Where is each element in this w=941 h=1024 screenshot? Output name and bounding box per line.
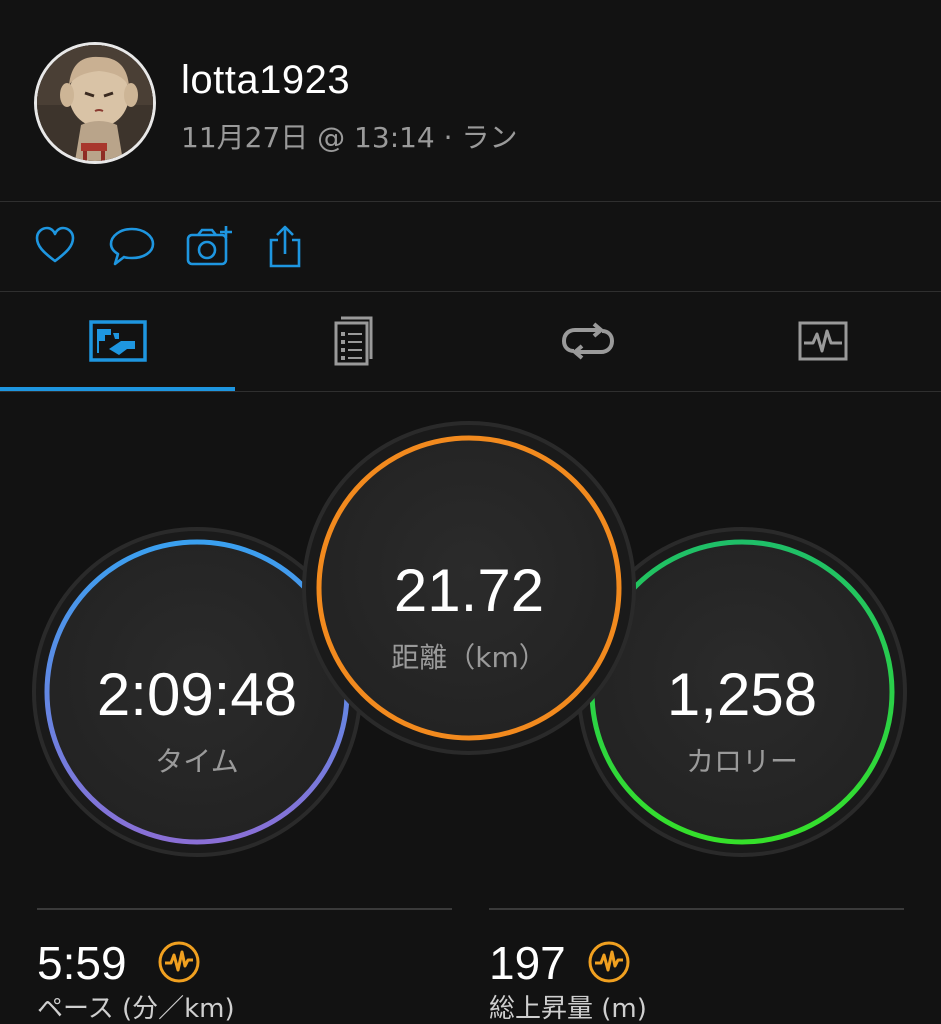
calories-value: 1,258 (666, 661, 818, 728)
activity-pulse-icon[interactable] (157, 940, 201, 984)
divider (37, 908, 452, 910)
tab-bar (0, 292, 941, 392)
metrics-rings: 2:09:48 タイム 1,258 カロリー 21.72 距離（km） (0, 400, 941, 880)
divider (489, 908, 904, 910)
distance-metric[interactable]: 21.72 距離（km） (319, 438, 619, 738)
time-value: 2:09:48 (96, 661, 298, 728)
comment-icon[interactable] (108, 224, 155, 268)
chart-icon (798, 321, 847, 361)
add-photo-icon[interactable] (185, 224, 235, 268)
calories-label: カロリー (685, 745, 798, 778)
details-list-icon (334, 316, 372, 366)
elevation-gain-label: 総上昇量 (m) (489, 994, 647, 1024)
tab-charts[interactable] (705, 292, 940, 390)
divider (0, 391, 941, 392)
avatar-image (37, 45, 153, 161)
username[interactable]: lotta1923 (181, 58, 350, 103)
activity-meta: 11月27日 @ 13:14 · ラン (181, 121, 518, 154)
activity-detail-screen: lotta1923 11月27日 @ 13:14 · ラン 2:09:48 タイ… (0, 0, 941, 1024)
calories-metric[interactable]: 1,258 カロリー (592, 542, 892, 842)
time-metric[interactable]: 2:09:48 タイム (47, 542, 347, 842)
stats-map-icon (88, 320, 147, 362)
elevation-gain-value: 197 (489, 937, 566, 989)
tab-stats[interactable] (0, 292, 235, 390)
laps-loop-icon (561, 322, 614, 360)
activity-header: lotta1923 11月27日 @ 13:14 · ラン (0, 0, 941, 200)
tab-laps[interactable] (470, 292, 705, 390)
tab-details[interactable] (235, 292, 470, 390)
avatar[interactable] (34, 42, 156, 164)
distance-value: 21.72 (393, 557, 545, 624)
distance-label: 距離（km） (391, 641, 547, 674)
share-icon[interactable] (266, 224, 306, 268)
action-bar (0, 202, 941, 290)
pace-label: ペース (分／km) (37, 994, 235, 1024)
pace-value: 5:59 (37, 937, 127, 989)
time-label: タイム (155, 745, 239, 778)
activity-pulse-icon[interactable] (587, 940, 631, 984)
heart-icon[interactable] (33, 224, 77, 268)
